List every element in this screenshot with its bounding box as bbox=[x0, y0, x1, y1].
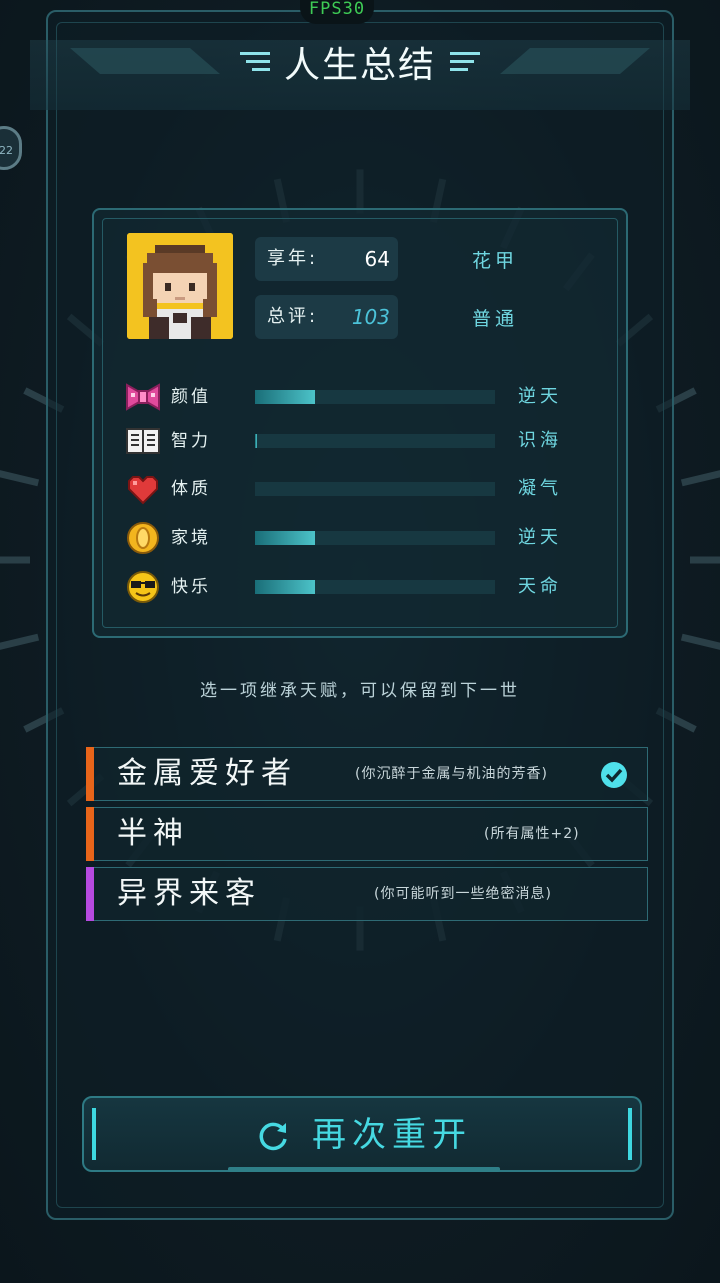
attribute-name: 颜值 bbox=[171, 387, 211, 407]
attribute-bar bbox=[255, 434, 495, 448]
attribute-bar bbox=[255, 482, 495, 496]
score-label: 总评: bbox=[267, 306, 319, 327]
attribute-bar-fill bbox=[255, 390, 315, 404]
score-rank: 普通 bbox=[472, 308, 519, 330]
attribute-bar-fill bbox=[255, 531, 315, 545]
option-name: 金属爱好者 bbox=[117, 756, 297, 791]
restart-button[interactable]: 再次重开 bbox=[82, 1096, 642, 1172]
option-color-bar bbox=[86, 807, 94, 861]
attribute-row-constitution: 体质 凝气 bbox=[125, 469, 595, 509]
attribute-bar-fill bbox=[255, 580, 315, 594]
bow-icon bbox=[126, 383, 160, 411]
background-ray bbox=[680, 470, 720, 487]
sunglasses-face-icon bbox=[127, 571, 159, 603]
attribute-row-happiness: 快乐 天命 bbox=[125, 567, 595, 607]
age-value: 64 bbox=[364, 247, 390, 271]
attribute-bar-fill bbox=[255, 434, 258, 448]
option-color-bar bbox=[86, 867, 94, 921]
attribute-level: 逆天 bbox=[518, 386, 562, 407]
age-label: 享年: bbox=[267, 248, 319, 269]
restart-icon bbox=[259, 1122, 287, 1151]
talent-option-otherworld-visitor[interactable]: 异界来客 (你可能听到一些绝密消息) bbox=[86, 867, 648, 921]
option-desc: (你可能听到一些绝密消息) bbox=[374, 886, 552, 902]
check-icon bbox=[601, 762, 627, 788]
attribute-row-intelligence: 智力 识海 bbox=[125, 421, 595, 461]
attribute-row-charm: 颜值 逆天 bbox=[125, 377, 595, 417]
age-box: 享年: 64 bbox=[255, 237, 398, 281]
pixel-character-icon bbox=[127, 233, 233, 339]
restart-edge-left bbox=[92, 1108, 96, 1160]
option-desc: (所有属性+2) bbox=[484, 826, 580, 842]
talent-option-demigod[interactable]: 半神 (所有属性+2) bbox=[86, 807, 648, 861]
score-box: 总评: 103 bbox=[255, 295, 398, 339]
attribute-row-family: 家境 逆天 bbox=[125, 518, 595, 558]
avatar bbox=[127, 233, 233, 339]
restart-underline bbox=[228, 1167, 500, 1172]
inherit-hint: 选一项继承天赋，可以保留到下一世 bbox=[200, 681, 520, 701]
attribute-name: 体质 bbox=[171, 479, 211, 499]
attribute-level: 识海 bbox=[518, 430, 562, 451]
page-title: 人生总结 bbox=[283, 45, 436, 86]
attribute-level: 凝气 bbox=[518, 478, 562, 499]
attribute-bar bbox=[255, 531, 495, 545]
restart-edge-right bbox=[628, 1108, 632, 1160]
option-name: 半神 bbox=[117, 816, 189, 851]
age-rank: 花甲 bbox=[472, 250, 519, 272]
attribute-name: 家境 bbox=[171, 528, 211, 548]
attribute-bar bbox=[255, 580, 495, 594]
attribute-bar bbox=[255, 390, 495, 404]
attribute-name: 智力 bbox=[171, 431, 211, 451]
heart-icon bbox=[128, 476, 158, 505]
restart-label: 再次重开 bbox=[312, 1115, 472, 1155]
attribute-level: 天命 bbox=[518, 576, 562, 597]
book-icon bbox=[126, 428, 160, 454]
background-ray bbox=[680, 633, 720, 650]
fps-counter: FPS30 bbox=[300, 0, 374, 24]
option-color-bar bbox=[86, 747, 94, 801]
background-ray bbox=[0, 470, 40, 487]
background-ray bbox=[0, 633, 40, 650]
attribute-name: 快乐 bbox=[171, 577, 211, 597]
option-desc: (你沉醉于金属与机油的芳香) bbox=[355, 766, 548, 782]
score-value: 103 bbox=[351, 305, 390, 329]
talent-option-metal-lover[interactable]: 金属爱好者 (你沉醉于金属与机油的芳香) bbox=[86, 747, 648, 801]
attribute-level: 逆天 bbox=[518, 527, 562, 548]
option-name: 异界来客 bbox=[117, 876, 261, 911]
coin-icon bbox=[127, 522, 159, 554]
